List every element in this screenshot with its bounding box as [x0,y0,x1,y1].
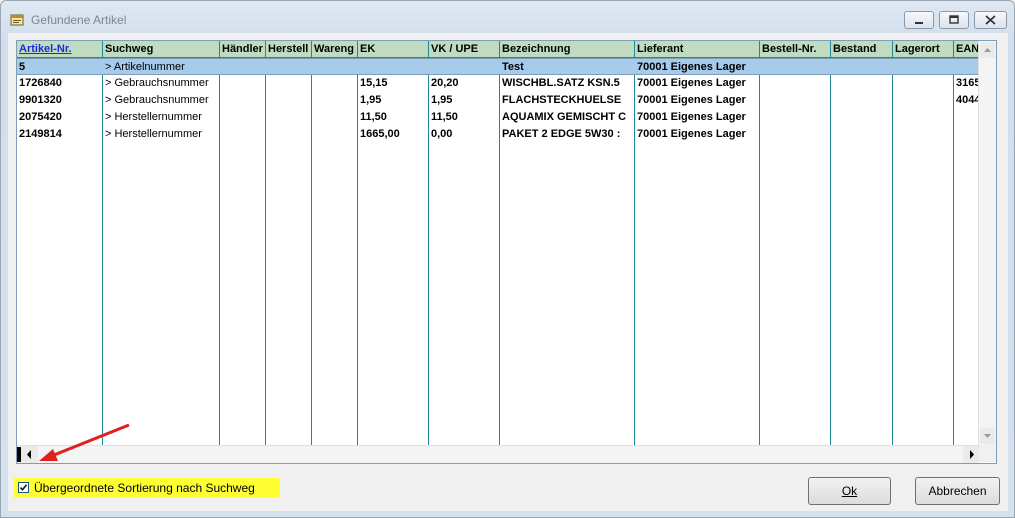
cell-ean [954,109,980,126]
cell-vk-upe: 1,95 [431,94,453,106]
table-row[interactable]: 9901320 > Gebrauchsnummer 1,95 1,95 FLAC… [17,92,980,109]
cancel-button-label: Abbrechen [928,484,987,498]
cell-suchweg: > Herstellernummer [105,111,202,123]
cell-bezeichnung: AQUAMIX GEMISCHT C [502,111,627,123]
column-header-suchweg[interactable]: Suchweg [103,41,220,58]
cell-artikel-nr: 2075420 [19,111,62,123]
cell-artikel-nr: 9901320 [19,94,62,106]
cell-ean: 3165 [956,77,980,89]
cancel-button[interactable]: Abbrechen [915,477,1000,505]
column-header-warengruppe[interactable]: Wareng [312,41,358,58]
column-header-bestell-nr[interactable]: Bestell-Nr. [760,41,831,58]
column-header-lieferant[interactable]: Lieferant [635,41,760,58]
app-window-icon [10,14,24,26]
dialog-window: Gefundene Artikel Artikel-Nr. Suchweg Hä… [0,0,1015,518]
column-header-lagerort[interactable]: Lagerort [893,41,954,58]
cell-lieferant: 70001 Eigenes Lager [637,128,746,140]
cell-artikel-nr: 2149814 [19,128,62,140]
cell-suchweg: > Artikelnummer [105,61,185,73]
dialog-client-area: Artikel-Nr. Suchweg Händler Herstell War… [8,33,1008,511]
arrow-down-icon [984,434,991,438]
scroll-right-button[interactable] [963,446,980,463]
cell-ek: 11,50 [360,111,387,123]
column-header-bezeichnung[interactable]: Bezeichnung [500,41,635,58]
cell-lieferant: 70001 Eigenes Lager [637,111,746,123]
column-header-ean[interactable]: EAN [954,41,980,58]
cell-vk-upe: 0,00 [431,128,453,140]
table-row-selected[interactable]: 5 > Artikelnummer Test 70001 Eigenes Lag… [17,58,980,75]
checkmark-icon [19,484,28,492]
ok-button-label: Ok [841,484,858,498]
column-header-ek[interactable]: EK [358,41,429,58]
cell-ean [954,126,980,143]
title-bar[interactable]: Gefundene Artikel [1,1,1014,37]
minimize-button[interactable] [904,11,934,29]
cell-ek: 1,95 [360,94,382,106]
arrow-right-icon [970,450,974,459]
column-header-vk-upe[interactable]: VK / UPE [429,41,500,58]
column-header-artikel-nr[interactable]: Artikel-Nr. [17,41,103,58]
column-header-haendler[interactable]: Händler [220,41,266,58]
scroll-up-button[interactable] [980,42,995,58]
cell-lieferant: 70001 Eigenes Lager [637,61,746,73]
table-row[interactable]: 2149814 > Herstellernummer 1665,00 0,00 … [17,126,980,143]
cell-ean [954,59,980,76]
cell-lieferant: 70001 Eigenes Lager [637,94,746,106]
cell-artikel-nr: 1726840 [19,77,62,89]
vertical-scrollbar[interactable] [978,41,996,445]
column-header-hersteller[interactable]: Herstell [266,41,312,58]
cell-bezeichnung: WISCHBL.SATZ KSN.5 [502,77,620,89]
sort-option-highlight: Übergeordnete Sortierung nach Suchweg [14,478,280,498]
cell-vk-upe: 20,20 [431,77,459,89]
cell-ek [358,59,429,76]
close-button[interactable] [974,11,1007,29]
column-header-bestand[interactable]: Bestand [831,41,893,58]
cell-suchweg: > Gebrauchsnummer [105,94,209,106]
scrollbar-corner [979,445,996,462]
cell-bezeichnung: PAKET 2 EDGE 5W30 : [502,128,621,140]
horizontal-scrollbar[interactable] [17,445,980,463]
cell-vk-upe [429,59,500,76]
cell-suchweg: > Gebrauchsnummer [105,77,209,89]
cell-artikel-nr: 5 [19,61,26,73]
cell-ek: 15,15 [360,77,388,89]
cell-ek: 1665,00 [360,128,400,140]
sort-by-search-path-label[interactable]: Übergeordnete Sortierung nach Suchweg [34,481,255,495]
results-grid[interactable]: Artikel-Nr. Suchweg Händler Herstell War… [16,40,997,464]
cell-lieferant: 70001 Eigenes Lager [637,77,746,89]
ok-button[interactable]: Ok [808,477,891,505]
cell-vk-upe: 11,50 [431,111,458,123]
window-title: Gefundene Artikel [31,13,127,27]
table-row[interactable]: 1726840 > Gebrauchsnummer 15,15 20,20 WI… [17,75,980,92]
minimize-icon [915,22,923,24]
restore-button[interactable] [939,11,969,29]
restore-icon [949,15,959,24]
arrow-up-icon [984,48,991,52]
cell-ean: 4044 [956,94,980,106]
table-row[interactable]: 2075420 > Herstellernummer 11,50 11,50 A… [17,109,980,126]
scroll-down-button[interactable] [980,428,995,444]
annotation-arrow-icon [39,423,130,461]
close-icon [985,15,996,25]
cell-bezeichnung: FLACHSTECKHUELSE [502,94,622,106]
cell-suchweg: > Herstellernummer [105,128,202,140]
cell-bezeichnung: Test [502,61,524,73]
sort-by-search-path-checkbox[interactable] [18,482,29,493]
